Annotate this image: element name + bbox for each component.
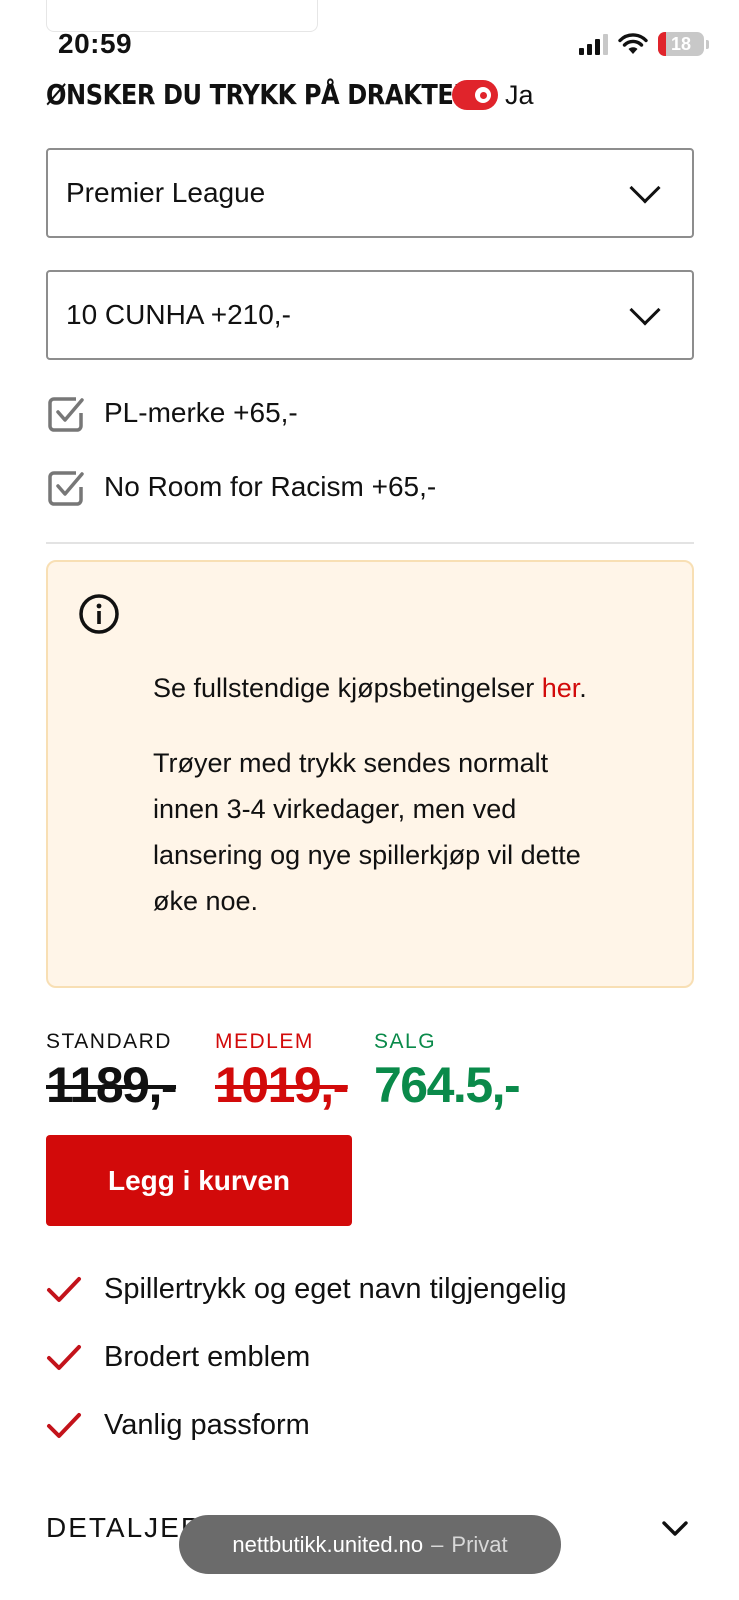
feature-label: Spillertrykk og eget navn tilgjengelig: [104, 1273, 567, 1305]
player-select-value: 10 CUNHA +210,-: [66, 299, 291, 330]
checkmark-icon: [47, 1276, 81, 1302]
add-to-cart-button[interactable]: Legg i kurven: [46, 1135, 352, 1226]
print-toggle-label: Ja: [505, 80, 534, 110]
checkbox-checked-icon: [48, 471, 84, 506]
checkbox-no-room-for-racism[interactable]: No Room for Racism +65,-: [46, 467, 436, 507]
feature-item: Spillertrykk og eget navn tilgjengelig: [46, 1273, 567, 1306]
league-select-value: Premier League: [66, 177, 266, 208]
terms-text: Se fullstendige kjøpsbetingelser her.: [153, 665, 653, 711]
terms-prefix: Se fullstendige kjøpsbetingelser: [153, 673, 542, 703]
chevron-down-icon: [629, 172, 661, 204]
price-sale-value: 764.5,-: [374, 1057, 521, 1113]
status-time: 20:59: [58, 28, 133, 59]
battery-cap: [706, 39, 709, 49]
print-toggle[interactable]: [452, 80, 498, 110]
private-mode-label: Privat: [451, 1531, 508, 1557]
url-domain: nettbutikk.united.no: [232, 1531, 424, 1557]
checkbox-checked-icon: [48, 397, 84, 432]
price-standard: STANDARD 1189,-: [46, 1030, 178, 1114]
feature-label: Brodert emblem: [104, 1341, 311, 1373]
checkbox-pl-badge[interactable]: PL-merke +65,-: [46, 393, 298, 433]
battery-icon: 18: [658, 32, 704, 56]
feature-item: Brodert emblem: [46, 1341, 310, 1374]
wifi-icon: [618, 33, 648, 54]
info-icon: [79, 594, 119, 634]
divider: [46, 542, 694, 544]
battery-level: 18: [670, 33, 692, 54]
chevron-down-icon: [629, 294, 661, 326]
checkmark-icon: [47, 1344, 81, 1370]
shipping-line: øke noe.: [153, 886, 259, 916]
shipping-line: innen 3-4 virkedager, men ved: [153, 794, 517, 824]
feature-item: Vanlig passform: [46, 1409, 310, 1442]
cellular-signal-icon: [579, 33, 608, 55]
price-sale-label: SALG: [374, 1030, 437, 1053]
league-select[interactable]: Premier League: [46, 148, 694, 238]
player-select[interactable]: 10 CUNHA +210,-: [46, 270, 694, 360]
feature-label: Vanlig passform: [104, 1409, 310, 1441]
checkbox-label: PL-merke +65,-: [104, 397, 298, 428]
checkmark-icon: [47, 1412, 81, 1438]
terms-link[interactable]: her: [542, 673, 580, 703]
checkbox-label: No Room for Racism +65,-: [104, 471, 437, 502]
url-separator: –: [431, 1531, 444, 1557]
print-option-heading: ØNSKER DU TRYKK PÅ DRAKTEN?: [46, 78, 487, 111]
chevron-down-icon[interactable]: [660, 1514, 690, 1544]
price-sale: SALG 764.5,-: [374, 1030, 521, 1114]
toggle-knob: [475, 87, 491, 103]
terms-suffix: .: [579, 673, 587, 703]
price-member-label: MEDLEM: [215, 1030, 314, 1053]
price-member-value: 1019,-: [215, 1057, 349, 1113]
shipping-line: Trøyer med trykk sendes normalt: [153, 748, 549, 778]
price-standard-label: STANDARD: [46, 1030, 172, 1053]
browser-url-pill[interactable]: nettbutikk.united.no – Privat: [179, 1515, 561, 1574]
status-icons: 18: [579, 32, 709, 56]
price-member: MEDLEM 1019,-: [215, 1030, 349, 1114]
price-standard-value: 1189,-: [46, 1057, 178, 1113]
shipping-line: lansering og nye spillerkjøp vil dette: [153, 840, 581, 870]
shipping-text: Trøyer med trykk sendes normalt innen 3-…: [153, 740, 653, 924]
